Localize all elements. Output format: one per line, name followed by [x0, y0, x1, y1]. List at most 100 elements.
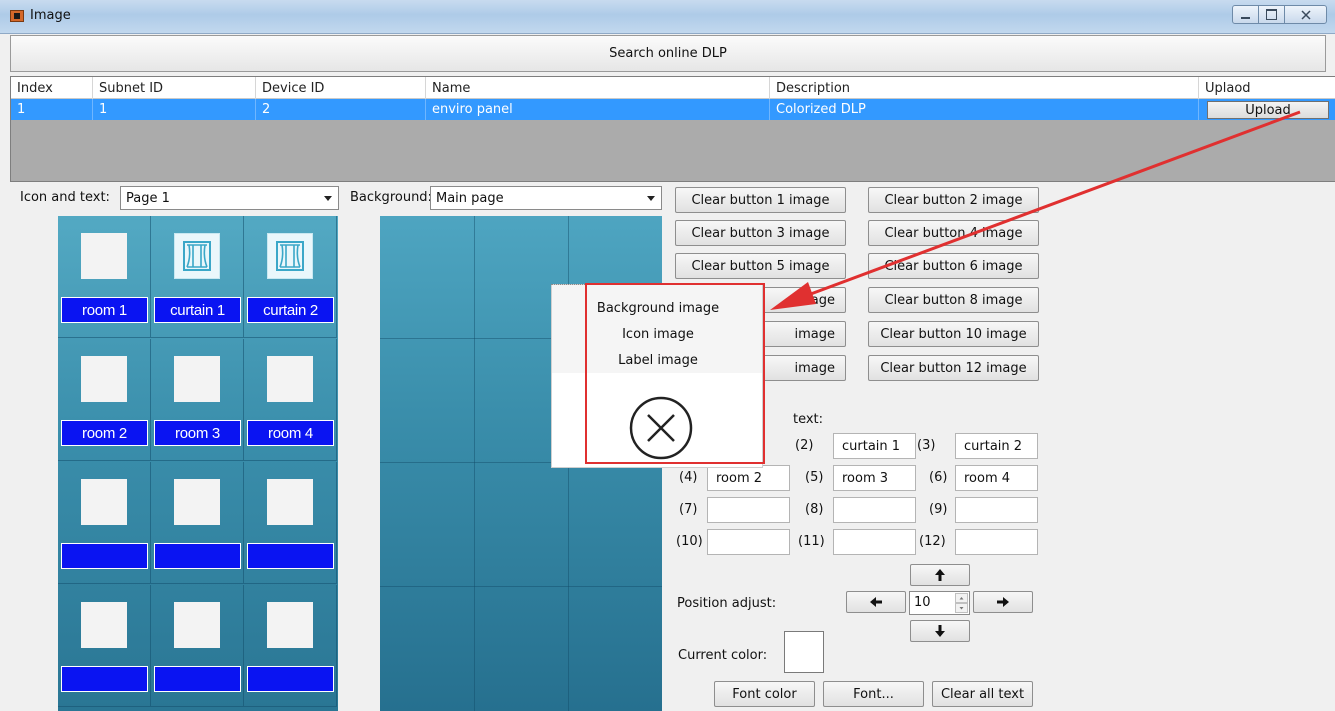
clear-button-10-image[interactable]: Clear button 10 image: [868, 321, 1039, 347]
tile-image[interactable]: [267, 602, 313, 648]
icon-tile[interactable]: [151, 585, 244, 707]
icon-tile[interactable]: curtain 2: [244, 216, 337, 338]
font-color-button[interactable]: Font color: [714, 681, 815, 707]
text-field-input[interactable]: [833, 529, 916, 555]
column-header-name[interactable]: Name: [426, 77, 770, 99]
tile-image[interactable]: [174, 356, 220, 402]
upload-button[interactable]: Upload: [1207, 101, 1329, 119]
text-field-number: (9): [929, 502, 948, 517]
tile-label[interactable]: [154, 666, 241, 692]
column-header-index[interactable]: Index: [11, 77, 93, 99]
move-left-button[interactable]: [846, 591, 906, 613]
tile-label[interactable]: curtain 1: [154, 297, 241, 323]
clear-button-1-image[interactable]: Clear button 1 image: [675, 187, 846, 213]
text-field-number: (11): [798, 534, 825, 549]
tile-label[interactable]: [247, 543, 334, 569]
clear-button-8-image[interactable]: Clear button 8 image: [868, 287, 1039, 313]
move-down-button[interactable]: [910, 620, 970, 642]
icon-tile[interactable]: [58, 462, 151, 584]
caret-down-icon: [959, 607, 964, 610]
tile-label[interactable]: room 2: [61, 420, 148, 446]
chevron-down-icon: [647, 196, 655, 201]
column-header-description[interactable]: Description: [770, 77, 1199, 99]
tile-image[interactable]: [267, 356, 313, 402]
text-field-number: (3): [917, 438, 936, 453]
icon-tile[interactable]: [244, 462, 337, 584]
icon-tile[interactable]: [244, 585, 337, 707]
icon-tile[interactable]: room 4: [244, 339, 337, 461]
chevron-down-icon: [324, 196, 332, 201]
maximize-button[interactable]: [1258, 5, 1285, 24]
text-section-label: text:: [793, 412, 824, 427]
move-right-button[interactable]: [973, 591, 1033, 613]
current-color-swatch[interactable]: [784, 631, 824, 673]
font-button[interactable]: Font...: [823, 681, 924, 707]
icon-tile[interactable]: room 3: [151, 339, 244, 461]
clear-button-4-image[interactable]: Clear button 4 image: [868, 220, 1039, 246]
page-select[interactable]: Page 1: [120, 186, 339, 210]
curtain-icon[interactable]: [267, 233, 313, 279]
table-row[interactable]: 1 1 2 enviro panel Colorized DLP: [11, 99, 1335, 120]
tile-label[interactable]: [247, 666, 334, 692]
tile-label[interactable]: room 4: [247, 420, 334, 446]
text-field-input[interactable]: room 4: [955, 465, 1038, 491]
annotation-highlight-box: [585, 283, 765, 464]
close-window-button[interactable]: [1284, 5, 1327, 24]
clear-button-6-image[interactable]: Clear button 6 image: [868, 253, 1039, 279]
table-header: Index Subnet ID Device ID Name Descripti…: [11, 77, 1335, 99]
stepper-up-button[interactable]: [955, 593, 968, 603]
tile-image[interactable]: [81, 356, 127, 402]
current-color-label: Current color:: [678, 648, 768, 663]
background-select[interactable]: Main page: [430, 186, 662, 210]
curtain-icon[interactable]: [174, 233, 220, 279]
clear-all-text-button[interactable]: Clear all text: [932, 681, 1033, 707]
tile-image[interactable]: [174, 602, 220, 648]
column-header-upload[interactable]: Uplaod: [1199, 77, 1335, 99]
icon-tile[interactable]: [58, 585, 151, 707]
tile-image[interactable]: [81, 602, 127, 648]
arrow-left-icon: [870, 597, 882, 607]
icon-tile[interactable]: [151, 462, 244, 584]
tile-label[interactable]: room 1: [61, 297, 148, 323]
column-header-subnet-id[interactable]: Subnet ID: [93, 77, 256, 99]
stepper-down-button[interactable]: [955, 603, 968, 613]
text-field-input[interactable]: [707, 529, 790, 555]
position-stepper[interactable]: 10: [909, 591, 970, 615]
clear-button-12-image[interactable]: Clear button 12 image: [868, 355, 1039, 381]
tile-label[interactable]: [61, 543, 148, 569]
clear-button-2-image[interactable]: Clear button 2 image: [868, 187, 1039, 213]
tile-image[interactable]: [81, 233, 127, 279]
text-field-input[interactable]: [955, 529, 1038, 555]
text-field-input[interactable]: room 3: [833, 465, 916, 491]
tile-label[interactable]: room 3: [154, 420, 241, 446]
search-online-dlp-button[interactable]: Search online DLP: [10, 35, 1326, 72]
minimize-button[interactable]: [1232, 5, 1259, 24]
text-field-input[interactable]: [955, 497, 1038, 523]
tile-image[interactable]: [174, 479, 220, 525]
clear-button-5-image[interactable]: Clear button 5 image: [675, 253, 846, 279]
text-field-input[interactable]: room 2: [707, 465, 790, 491]
icon-tile[interactable]: curtain 1: [151, 216, 244, 338]
text-field-number: (5): [805, 470, 824, 485]
grid-line: [474, 216, 475, 711]
close-icon: [1300, 9, 1311, 20]
text-field-input[interactable]: [833, 497, 916, 523]
text-field-input[interactable]: [707, 497, 790, 523]
tile-image[interactable]: [81, 479, 127, 525]
window-title: Image: [30, 8, 71, 23]
text-field-input[interactable]: curtain 1: [833, 433, 916, 459]
icon-tile[interactable]: room 2: [58, 339, 151, 461]
text-field-input[interactable]: curtain 2: [955, 433, 1038, 459]
text-field-number: (2): [795, 438, 814, 453]
tile-label[interactable]: curtain 2: [247, 297, 334, 323]
device-table: Index Subnet ID Device ID Name Descripti…: [10, 76, 1335, 182]
tile-image[interactable]: [267, 479, 313, 525]
title-bar: Image: [0, 0, 1335, 34]
move-up-button[interactable]: [910, 564, 970, 586]
text-field-number: (7): [679, 502, 698, 517]
column-header-device-id[interactable]: Device ID: [256, 77, 426, 99]
tile-label[interactable]: [61, 666, 148, 692]
tile-label[interactable]: [154, 543, 241, 569]
icon-tile[interactable]: room 1: [58, 216, 151, 338]
clear-button-3-image[interactable]: Clear button 3 image: [675, 220, 846, 246]
